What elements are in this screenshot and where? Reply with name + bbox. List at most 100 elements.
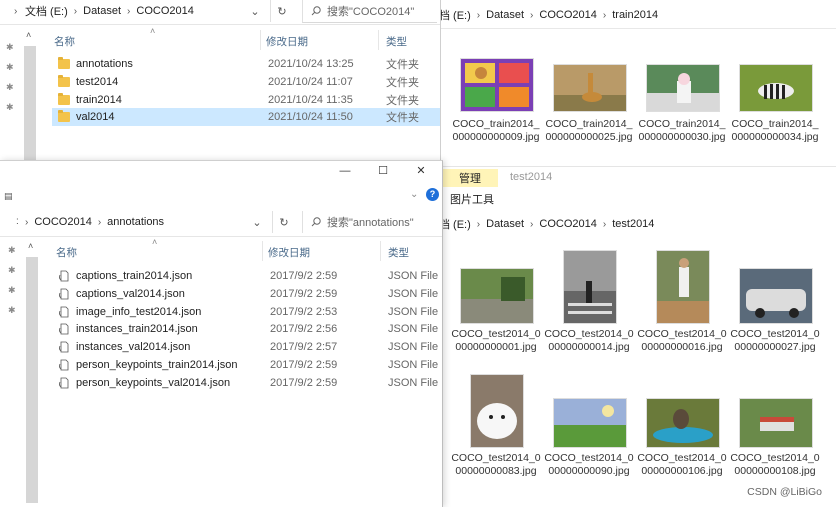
thumbnail-item[interactable]: COCO_train2014_000000000009.jpg <box>450 58 542 158</box>
divider <box>260 30 261 50</box>
list-item[interactable]: instances_train2014.json 2017/9/2 2:56 J… <box>54 320 440 338</box>
json-file-icon <box>59 270 69 282</box>
picture-tools-label[interactable]: 图片工具 <box>450 191 494 207</box>
expand-ribbon-icon[interactable]: ⌄ <box>410 189 418 200</box>
list-item[interactable]: person_keypoints_train2014.json 2017/9/2… <box>54 356 440 374</box>
thumbnail-item[interactable]: COCO_test2014_000000000090.jpg <box>543 374 635 494</box>
column-date[interactable]: 修改日期 <box>266 34 308 49</box>
crumb-coco[interactable]: COCO2014 <box>536 218 599 230</box>
annotations-search-input[interactable]: 搜索"annotations" <box>302 211 437 233</box>
dog-image <box>470 374 524 448</box>
crumb-dataset[interactable]: Dataset <box>483 9 527 21</box>
thumbnail-item[interactable]: COCO_test2014_000000000027.jpg <box>729 250 821 370</box>
thumbnail-item[interactable]: COCO_train2014_000000000030.jpg <box>636 58 728 158</box>
crumb-drive[interactable]: 档 (E:) <box>436 7 474 23</box>
annotations-explorer-window: — ☐ ✕ ▤ ⌄ ? : › COCO2014 › annotations ⌄… <box>0 160 443 507</box>
thumbnail-caption: COCO_test2014_000000000016.jpg <box>637 328 727 353</box>
list-item[interactable]: test2014 2021/10/24 11:07 文件夹 <box>52 73 440 91</box>
sort-chevron-icon: ˄ <box>152 237 158 247</box>
scroll-up-icon[interactable]: ˄ <box>28 241 33 251</box>
annotations-address-bar[interactable]: › COCO2014 › annotations <box>22 211 268 233</box>
help-icon[interactable]: ? <box>426 188 439 201</box>
thumbnail-caption: COCO_train2014_000000000030.jpg <box>638 118 726 143</box>
test-address-bar[interactable]: 档 (E:) › Dataset › COCO2014 › test2014 <box>436 213 832 235</box>
nav-scrollbar[interactable] <box>24 46 36 160</box>
list-item[interactable]: captions_val2014.json 2017/9/2 2:59 JSON… <box>54 285 440 303</box>
pin-icon: ✱ <box>6 42 14 52</box>
close-button[interactable]: ✕ <box>406 164 436 182</box>
giraffe-image <box>553 64 627 112</box>
back-chevron-icon[interactable]: › <box>14 6 17 17</box>
column-date[interactable]: 修改日期 <box>268 245 310 260</box>
coco-search-input[interactable]: 搜索"COCO2014" <box>302 0 437 23</box>
crumb-annotations[interactable]: annotations <box>104 216 167 228</box>
list-item[interactable]: captions_train2014.json 2017/9/2 2:59 JS… <box>54 267 440 285</box>
coco-address-bar[interactable]: 文档 (E:) › Dataset › COCO2014 <box>22 0 266 22</box>
pin-icon: ✱ <box>6 82 14 92</box>
dropdown-chevron-icon[interactable]: ⌄ <box>246 211 268 233</box>
crumb-coco[interactable]: COCO2014 <box>31 216 94 228</box>
column-name[interactable]: 名称 <box>56 245 77 260</box>
json-file-icon <box>59 359 69 371</box>
crumb-coco[interactable]: COCO2014 <box>536 9 599 21</box>
nav-scrollbar[interactable] <box>26 257 38 503</box>
file-name: annotations <box>76 58 133 70</box>
thumbnail-item[interactable]: COCO_test2014_000000000016.jpg <box>636 250 728 370</box>
minimize-button[interactable]: — <box>330 165 360 183</box>
chevron-right-icon: › <box>476 9 481 21</box>
folder-icon <box>58 110 70 122</box>
thumbnail-item[interactable]: COCO_test2014_000000000106.jpg <box>636 374 728 494</box>
column-name[interactable]: 名称 <box>54 34 75 49</box>
thumbnail-item[interactable]: COCO_test2014_000000000014.jpg <box>543 250 635 370</box>
file-name: test2014 <box>76 76 119 88</box>
thumbnail-item[interactable]: COCO_train2014_000000000025.jpg <box>543 58 635 158</box>
chevron-right-icon: › <box>25 216 29 228</box>
list-item[interactable]: instances_val2014.json 2017/9/2 2:57 JSO… <box>54 338 440 356</box>
crumb-coco[interactable]: COCO2014 <box>133 5 196 17</box>
dog-thumbnail-icon <box>471 375 523 447</box>
json-file-icon <box>59 306 69 318</box>
file-date: 2021/10/24 11:07 <box>268 76 353 88</box>
list-item[interactable]: person_keypoints_val2014.json 2017/9/2 2… <box>54 374 440 392</box>
file-name: instances_val2014.json <box>76 341 191 353</box>
refresh-icon[interactable]: ↻ <box>272 211 295 233</box>
column-type[interactable]: 类型 <box>386 34 407 49</box>
list-item[interactable]: annotations 2021/10/24 13:25 文件夹 <box>52 55 440 73</box>
ribbon-collapsed-icon[interactable]: ▤ <box>4 191 13 202</box>
train-address-bar[interactable]: 档 (E:) › Dataset › COCO2014 › train2014 <box>436 4 832 26</box>
file-type: JSON File <box>388 270 439 282</box>
file-name: instances_train2014.json <box>76 323 198 335</box>
column-type[interactable]: 类型 <box>388 245 409 260</box>
json-file-icon <box>59 341 69 353</box>
file-type: 文件夹 <box>386 95 419 107</box>
file-date: 2017/9/2 2:56 <box>270 323 338 335</box>
bird-thumbnail-icon <box>647 399 719 447</box>
street-image <box>460 268 534 324</box>
scroll-up-icon[interactable]: ˄ <box>26 30 31 40</box>
list-item-selected[interactable]: val2014 2021/10/24 11:50 文件夹 <box>52 108 440 126</box>
file-type: 文件夹 <box>386 112 419 124</box>
file-type: JSON File <box>388 359 439 371</box>
crumb-train[interactable]: train2014 <box>609 9 661 21</box>
crumb-dataset[interactable]: Dataset <box>80 5 124 17</box>
divider <box>0 24 440 25</box>
manage-tab[interactable]: 管理 <box>442 169 498 187</box>
crumb-test[interactable]: test2014 <box>609 218 657 230</box>
maximize-button[interactable]: ☐ <box>368 164 398 182</box>
crumb-drive[interactable]: 文档 (E:) <box>22 3 71 19</box>
thumbnail-item[interactable]: COCO_test2014_000000000001.jpg <box>450 250 542 370</box>
vase-image <box>646 64 720 112</box>
dropdown-chevron-icon[interactable]: ⌄ <box>244 0 266 22</box>
vase-thumbnail-icon <box>647 65 719 111</box>
crosswalk-image <box>563 250 617 324</box>
json-file-icon <box>59 323 69 335</box>
thumbnail-item[interactable]: COCO_test2014_000000000083.jpg <box>450 374 542 494</box>
thumbnail-caption: COCO_train2014_000000000034.jpg <box>731 118 819 143</box>
refresh-icon[interactable]: ↻ <box>270 0 293 22</box>
list-item[interactable]: image_info_test2014.json 2017/9/2 2:53 J… <box>54 303 440 321</box>
file-date: 2017/9/2 2:59 <box>270 270 338 282</box>
thumbnail-item[interactable]: COCO_test2014_000000000108.jpg <box>729 374 821 494</box>
crumb-dataset[interactable]: Dataset <box>483 218 527 230</box>
list-item[interactable]: train2014 2021/10/24 11:35 文件夹 <box>52 91 440 109</box>
thumbnail-item[interactable]: COCO_train2014_000000000034.jpg <box>729 58 821 158</box>
